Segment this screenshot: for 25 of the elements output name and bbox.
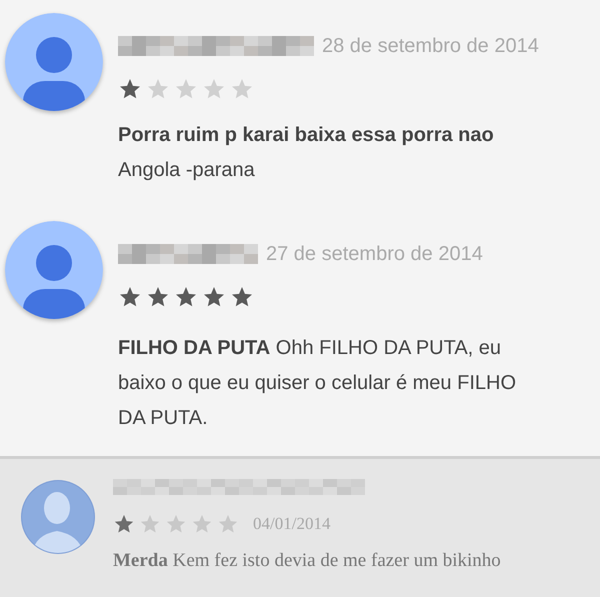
star-icon: [230, 285, 254, 309]
star-icon: [139, 512, 161, 535]
star-icon: [146, 285, 170, 309]
star-icon: [174, 77, 198, 101]
star-icon: [174, 285, 198, 309]
review-date: 04/01/2014: [253, 513, 330, 535]
review-date: 27 de setembro de 2014: [266, 242, 483, 267]
avatar-icon: [5, 221, 103, 319]
review-text: Angola -parana: [118, 158, 256, 183]
avatar-icon: [5, 13, 103, 111]
avatar-icon: [20, 479, 96, 555]
star-icon: [113, 512, 135, 535]
review-text: Merda Kem fez isto devia de me fazer um bikinho: [113, 548, 501, 572]
star-icon: [230, 77, 254, 101]
star-icon: [146, 77, 170, 101]
star-icon: [165, 512, 187, 535]
review-title: Porra ruim p karai baixa essa porra nao: [118, 123, 495, 148]
star-icon: [217, 512, 239, 535]
star-icon: [191, 512, 213, 535]
star-icon: [118, 285, 142, 309]
star-icon: [202, 77, 226, 101]
review-date: 28 de setembro de 2014: [322, 34, 539, 59]
review-text: FILHO DA PUTA Ohh FILHO DA PUTA, eu baixo o que eu quiser o celular é meu FILHO DA PUTA.: [118, 336, 517, 431]
star-icon: [202, 285, 226, 309]
star-icon: [118, 77, 142, 101]
